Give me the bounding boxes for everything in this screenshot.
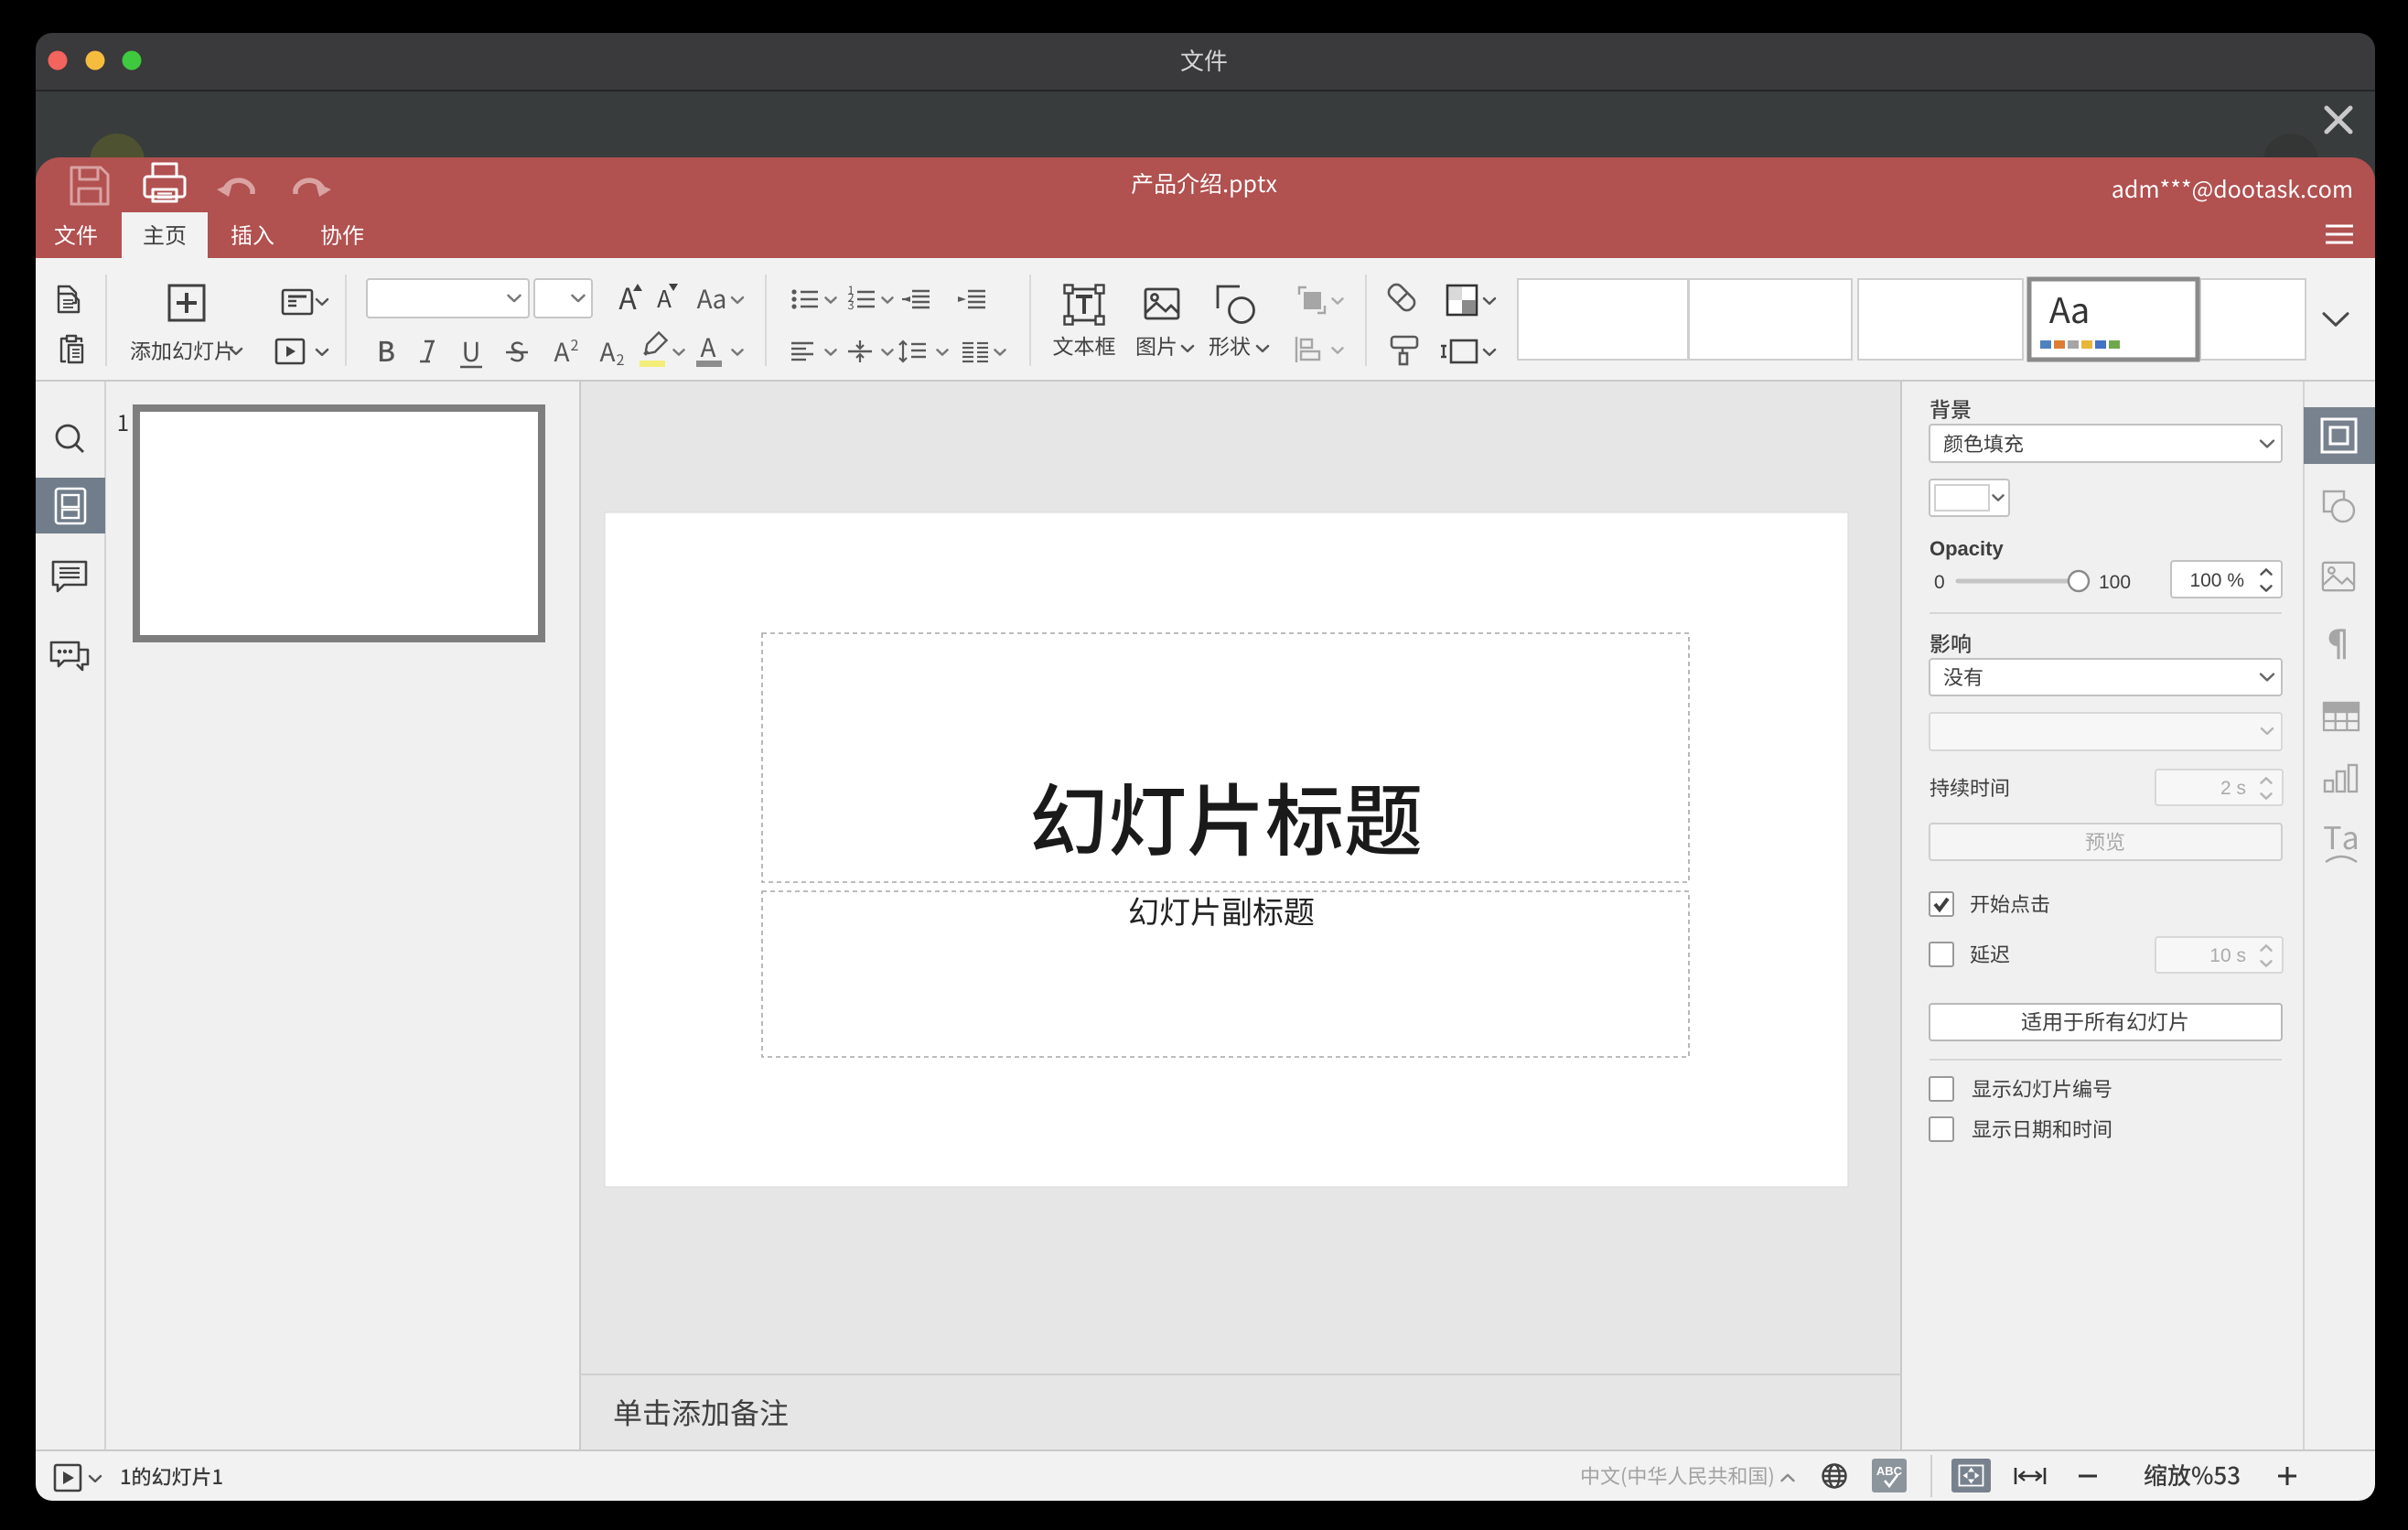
svg-text:0: 0 xyxy=(1934,572,1945,593)
svg-text:10 s: 10 s xyxy=(2209,945,2246,966)
svg-text:ABC: ABC xyxy=(1876,1464,1903,1478)
svg-text:100: 100 xyxy=(2099,572,2131,593)
svg-text:100 %: 100 % xyxy=(2189,570,2244,591)
svg-text:Opacity: Opacity xyxy=(1930,537,2004,560)
svg-text:2 s: 2 s xyxy=(2220,778,2246,799)
